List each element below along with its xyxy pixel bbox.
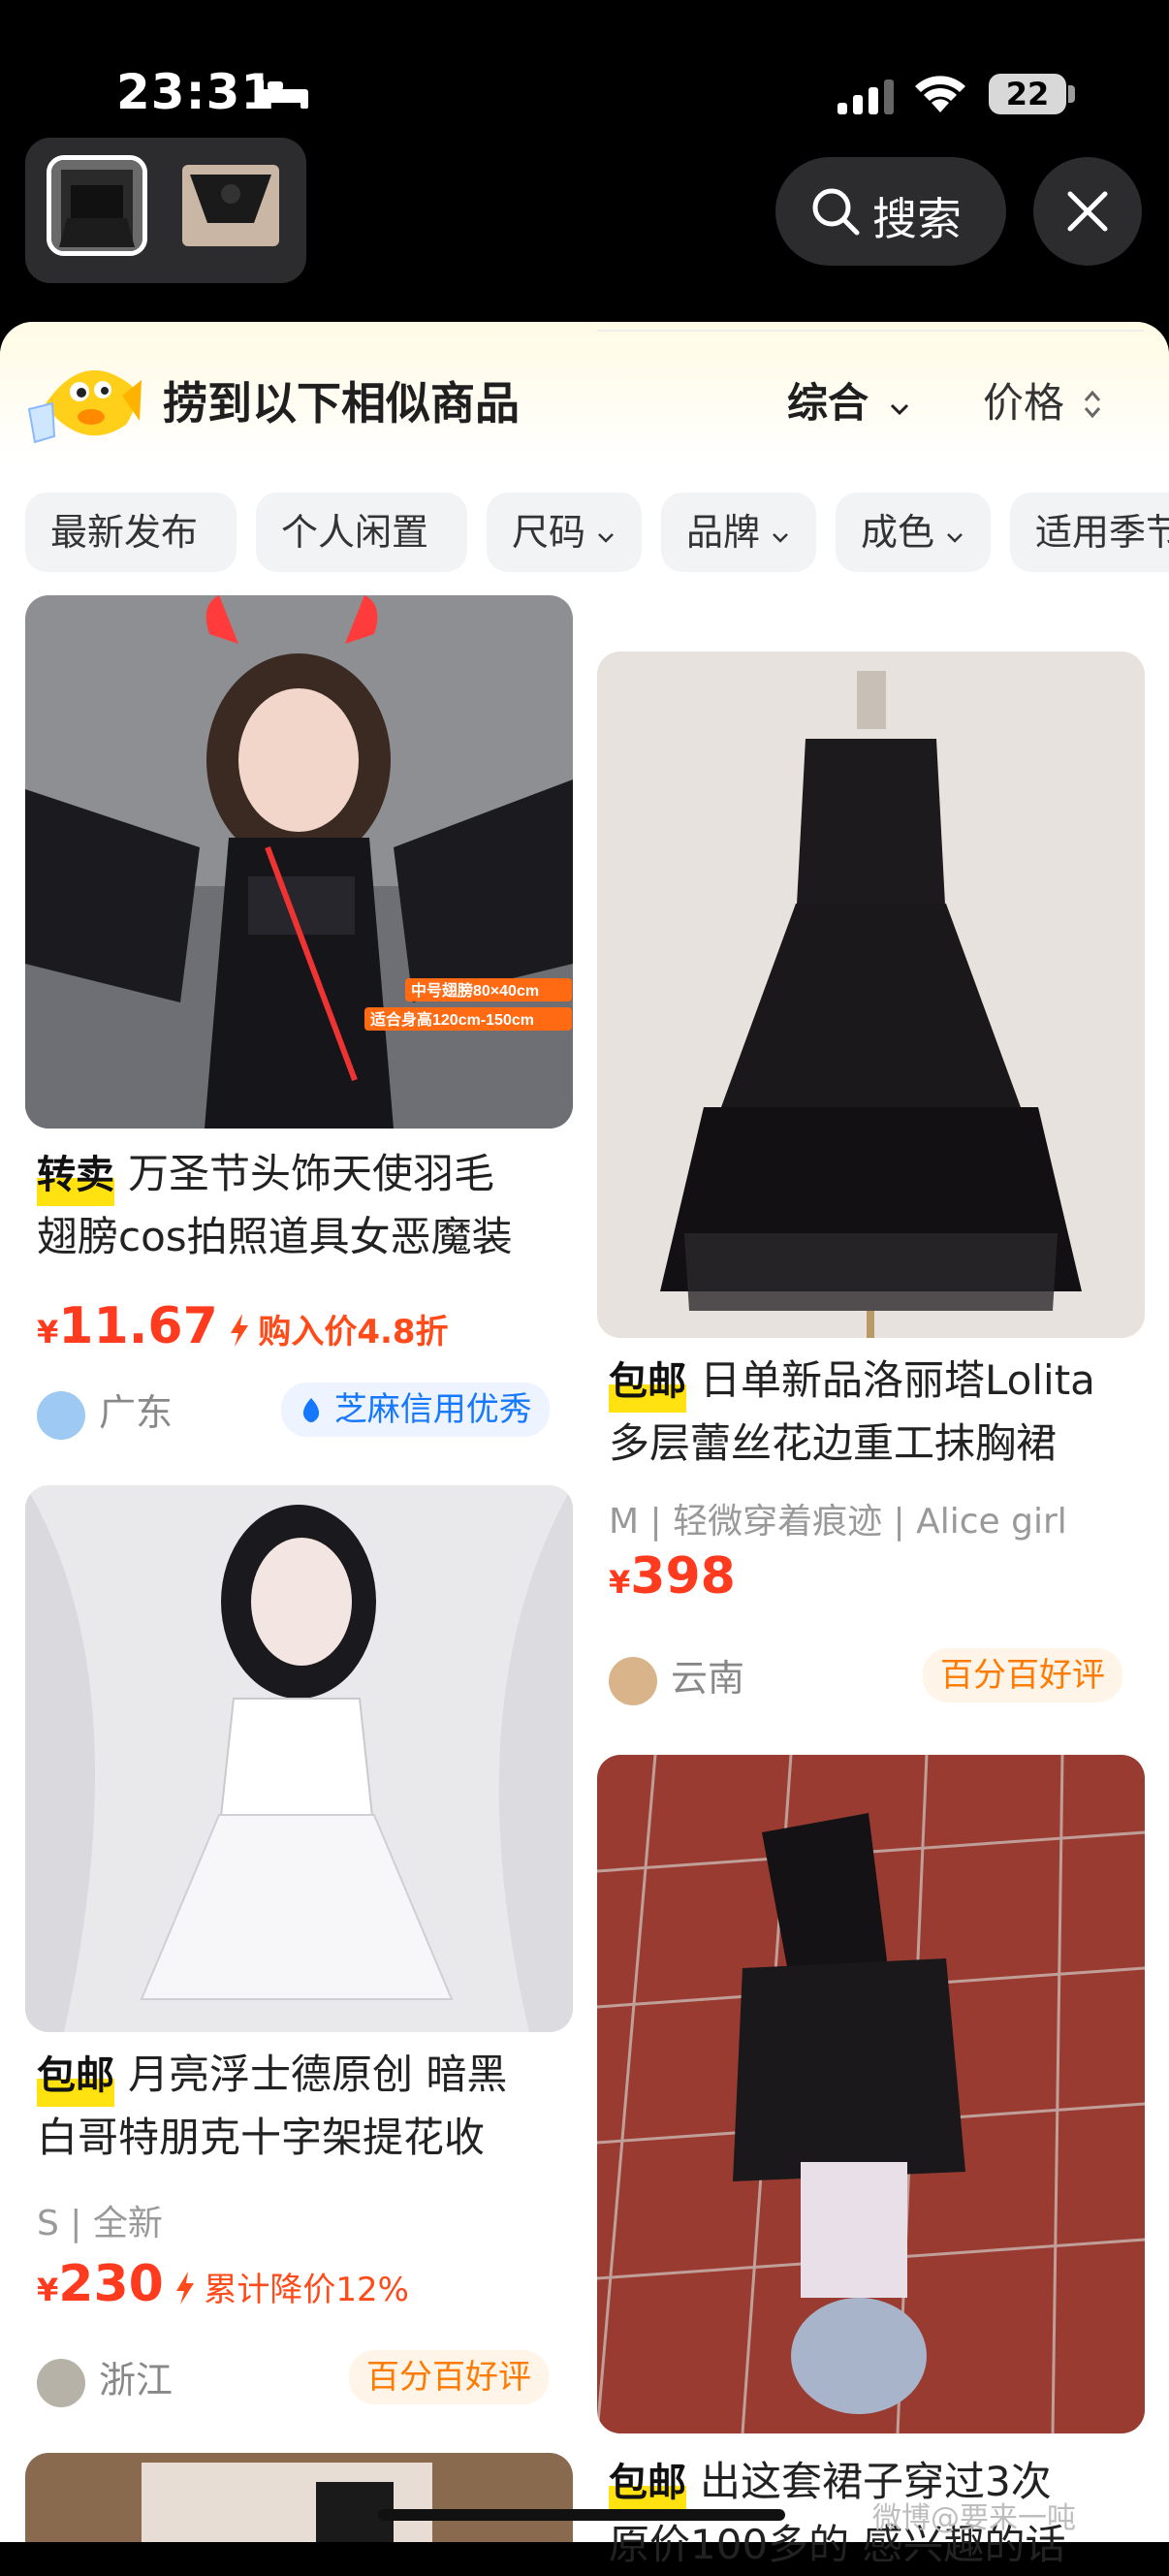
filter-chip-label: 个人闲置	[281, 511, 429, 554]
product-tag: 转卖	[37, 1144, 114, 1206]
filter-chip-size[interactable]: 尺码	[487, 493, 642, 572]
search-button[interactable]: 搜索	[775, 157, 1006, 266]
seller-location: 广东	[37, 1383, 173, 1440]
results-sheet: 捞到以下相似商品 综合 价格 最新发布 个人闲置 尺码 品牌 成色 适用季节 中…	[0, 322, 1169, 2542]
location-text: 云南	[671, 1657, 745, 1700]
product-tag: 包邮	[609, 2452, 686, 2514]
price-note: 购入价4.8折	[258, 1313, 449, 1352]
sort-price[interactable]: 价格	[983, 370, 1102, 429]
product-meta: S | 全新	[37, 2204, 163, 2243]
location-text: 广东	[99, 1391, 174, 1434]
sleep-focus-icon	[256, 80, 308, 109]
rating-badge-label: 百分百好评	[940, 1656, 1105, 1695]
credit-badge-label: 芝麻信用优秀	[333, 1390, 532, 1429]
query-thumbnail[interactable]	[182, 165, 279, 246]
seller-avatar[interactable]	[609, 1656, 657, 1705]
product-title: 包邮 月亮浮士德原创 暗黑 白哥特朋克十字架提花收	[37, 2044, 580, 2169]
image-caption-size: 中号翅膀80×40cm	[411, 981, 539, 1000]
wifi-icon	[915, 76, 965, 112]
product-meta: M | 轻微穿着痕迹 | Alice girl	[609, 1502, 1067, 1542]
product-tag: 包邮	[609, 1351, 686, 1413]
cellular-signal-icon	[837, 80, 894, 114]
seller-location: 浙江	[37, 2350, 173, 2407]
sort-updown-icon	[1085, 390, 1101, 419]
filter-chip-season[interactable]: 适用季节	[1010, 493, 1169, 572]
query-image-tray	[25, 138, 306, 283]
filter-chip-latest[interactable]: 最新发布	[25, 493, 237, 572]
battery-indicator: 22	[989, 74, 1066, 114]
product-title-line1: 日单新品洛丽塔Lolita	[700, 1356, 1095, 1404]
product-image	[597, 1755, 1145, 2433]
home-indicator[interactable]	[378, 2509, 785, 2521]
rating-badge-label: 百分百好评	[366, 2358, 531, 2397]
close-button[interactable]	[1033, 157, 1142, 266]
product-title-line2: 多层蕾丝花边重工抹胸裙	[609, 1419, 1058, 1467]
filter-chip-label: 最新发布	[50, 511, 199, 554]
price-currency: ¥	[37, 2272, 59, 2308]
filter-chip-label: 适用季节	[1035, 511, 1169, 554]
rating-badge: 百分百好评	[349, 2350, 549, 2404]
filter-chip-condition[interactable]: 成色	[836, 493, 991, 572]
filter-chip-brand[interactable]: 品牌	[661, 493, 816, 572]
results-title: 捞到以下相似商品	[163, 377, 520, 429]
fish-mascot-icon	[27, 370, 142, 444]
product-price: ¥11.67 购入价4.8折	[37, 1297, 449, 1355]
price-currency: ¥	[609, 1564, 631, 1601]
lightning-icon	[231, 1314, 249, 1347]
chevron-down-icon	[598, 533, 614, 543]
price-value: 230	[58, 2255, 164, 2313]
product-title: 包邮 日单新品洛丽塔Lolita 多层蕾丝花边重工抹胸裙	[609, 1350, 1152, 1475]
price-value: 398	[630, 1547, 736, 1606]
product-title: 转卖 万圣节头饰天使羽毛 翅膀cos拍照道具女恶魔装	[37, 1143, 580, 1268]
location-text: 浙江	[99, 2359, 174, 2401]
previous-card-edge	[597, 322, 1144, 332]
product-title-line1: 月亮浮士德原创 暗黑	[128, 2051, 508, 2098]
product-image	[597, 652, 1145, 1338]
close-icon	[1067, 191, 1108, 232]
product-title-line1: 万圣节头饰天使羽毛	[128, 1150, 495, 1197]
sort-comprehensive[interactable]: 综合	[787, 370, 910, 429]
seller-avatar[interactable]	[37, 2358, 85, 2407]
status-bar: 23:31 22	[0, 0, 1169, 145]
chevron-down-icon	[890, 403, 908, 416]
product-image: 中号翅膀80×40cm 适合身高120cm-150cm	[25, 595, 573, 1129]
image-caption-height: 适合身高120cm-150cm	[370, 1010, 534, 1029]
price-value: 11.67	[58, 1297, 218, 1355]
product-title-line2: 翅膀cos拍照道具女恶魔装	[37, 1213, 513, 1260]
product-image	[25, 1485, 573, 2032]
price-currency: ¥	[37, 1314, 59, 1351]
credit-badge: 芝麻信用优秀	[281, 1383, 550, 1437]
filter-chips: 最新发布 个人闲置 尺码 品牌 成色 适用季节	[25, 493, 1169, 572]
sort-comprehensive-label: 综合	[787, 379, 869, 427]
product-title-line2: 白哥特朋克十字架提花收	[37, 2114, 486, 2161]
seller-location: 云南	[609, 1648, 744, 1705]
search-icon	[812, 188, 860, 236]
product-price: ¥398	[609, 1547, 736, 1606]
battery-tip	[1068, 85, 1075, 103]
results-header: 捞到以下相似商品 综合 价格	[0, 322, 1169, 467]
filter-chip-personal[interactable]: 个人闲置	[256, 493, 467, 572]
sort-price-label: 价格	[983, 379, 1065, 427]
product-card[interactable]: 包邮 日单新品洛丽塔Lolita 多层蕾丝花边重工抹胸裙 M | 轻微穿着痕迹 |…	[597, 652, 1145, 1631]
rating-badge: 百分百好评	[923, 1648, 1122, 1702]
filter-chip-label: 品牌	[686, 511, 761, 554]
chevron-down-icon	[947, 533, 963, 543]
filter-chip-label: 尺码	[512, 511, 586, 554]
watermark: 微博@要来一吨	[872, 2501, 1076, 2535]
chevron-down-icon	[773, 533, 788, 543]
sesame-credit-icon	[302, 1398, 320, 1422]
query-thumbnail-selected[interactable]	[47, 155, 147, 256]
lightning-icon	[176, 2272, 195, 2305]
product-tag: 包邮	[37, 2045, 114, 2107]
product-image	[25, 2453, 573, 2542]
seller-avatar[interactable]	[37, 1390, 85, 1440]
product-card[interactable]	[25, 1485, 573, 2032]
filter-chip-label: 成色	[861, 511, 935, 554]
status-time: 23:31	[116, 64, 276, 120]
product-price: ¥230 累计降价12%	[37, 2255, 409, 2313]
search-button-label: 搜索	[872, 193, 962, 245]
product-card[interactable]: 中号翅膀80×40cm 适合身高120cm-150cm 转卖 万圣节头饰天使羽毛 …	[25, 595, 573, 1260]
price-note: 累计降价12%	[204, 2271, 409, 2309]
